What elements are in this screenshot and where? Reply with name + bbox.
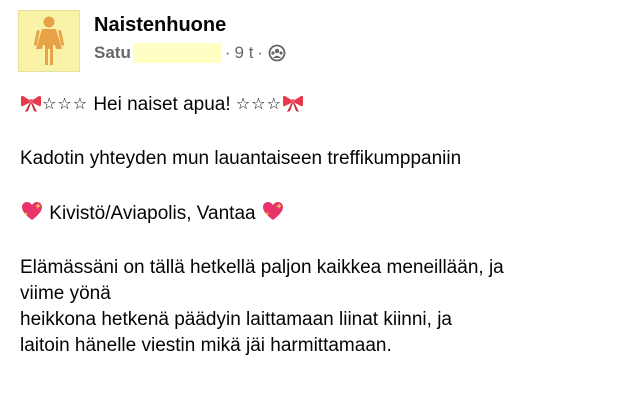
post-line-4d: laitoin hänelle viestin mikä jäi harmitt…	[20, 335, 392, 356]
separator-dot: ·	[224, 43, 231, 62]
post-time-link[interactable]: 9 t	[235, 42, 254, 64]
post-header: Naistenhuone Satu · 9 t ·	[18, 10, 286, 72]
post-line-1: ☆☆☆ Hei naiset apua! ☆☆☆	[20, 92, 620, 118]
sparkling-heart-emoji	[262, 202, 283, 220]
redaction-highlight	[132, 43, 221, 63]
ribbon-emoji	[282, 95, 303, 112]
post-line-2: Kadotin yhteyden mun lauantaiseen treffi…	[20, 148, 462, 169]
post-line-4b: viime yönä	[20, 283, 111, 304]
separator-dot: ·	[257, 43, 264, 62]
post-meta: Naistenhuone Satu · 9 t ·	[94, 12, 286, 64]
group-name-link[interactable]: Naistenhuone	[94, 12, 286, 38]
post-subline: Satu · 9 t ·	[94, 42, 286, 64]
woman-restroom-icon	[33, 16, 65, 65]
post-line-4a: Elämässäni on tällä hetkellä paljon kaik…	[20, 257, 504, 278]
post-body: ☆☆☆ Hei naiset apua! ☆☆☆ Kadotin yhteyde…	[20, 92, 620, 359]
stars-left: ☆☆☆	[42, 96, 89, 113]
post-line-4c: heikkona hetkenä päädyin laittamaan liin…	[20, 309, 452, 330]
group-avatar[interactable]	[18, 10, 80, 72]
post-line-3-text: Kivistö/Aviapolis, Vantaa	[49, 203, 256, 224]
post-line-3: Kivistö/Aviapolis, Vantaa	[20, 200, 620, 227]
author-name-link[interactable]: Satu	[94, 42, 131, 64]
globe-group-icon[interactable]	[268, 44, 286, 62]
stars-right: ☆☆☆	[235, 96, 282, 113]
sparkling-heart-emoji	[22, 202, 42, 220]
facebook-post: Naistenhuone Satu · 9 t · ☆☆☆ Hei naiset…	[0, 0, 640, 409]
post-line-1-text: Hei naiset apua!	[93, 94, 231, 115]
ribbon-emoji	[21, 95, 41, 112]
